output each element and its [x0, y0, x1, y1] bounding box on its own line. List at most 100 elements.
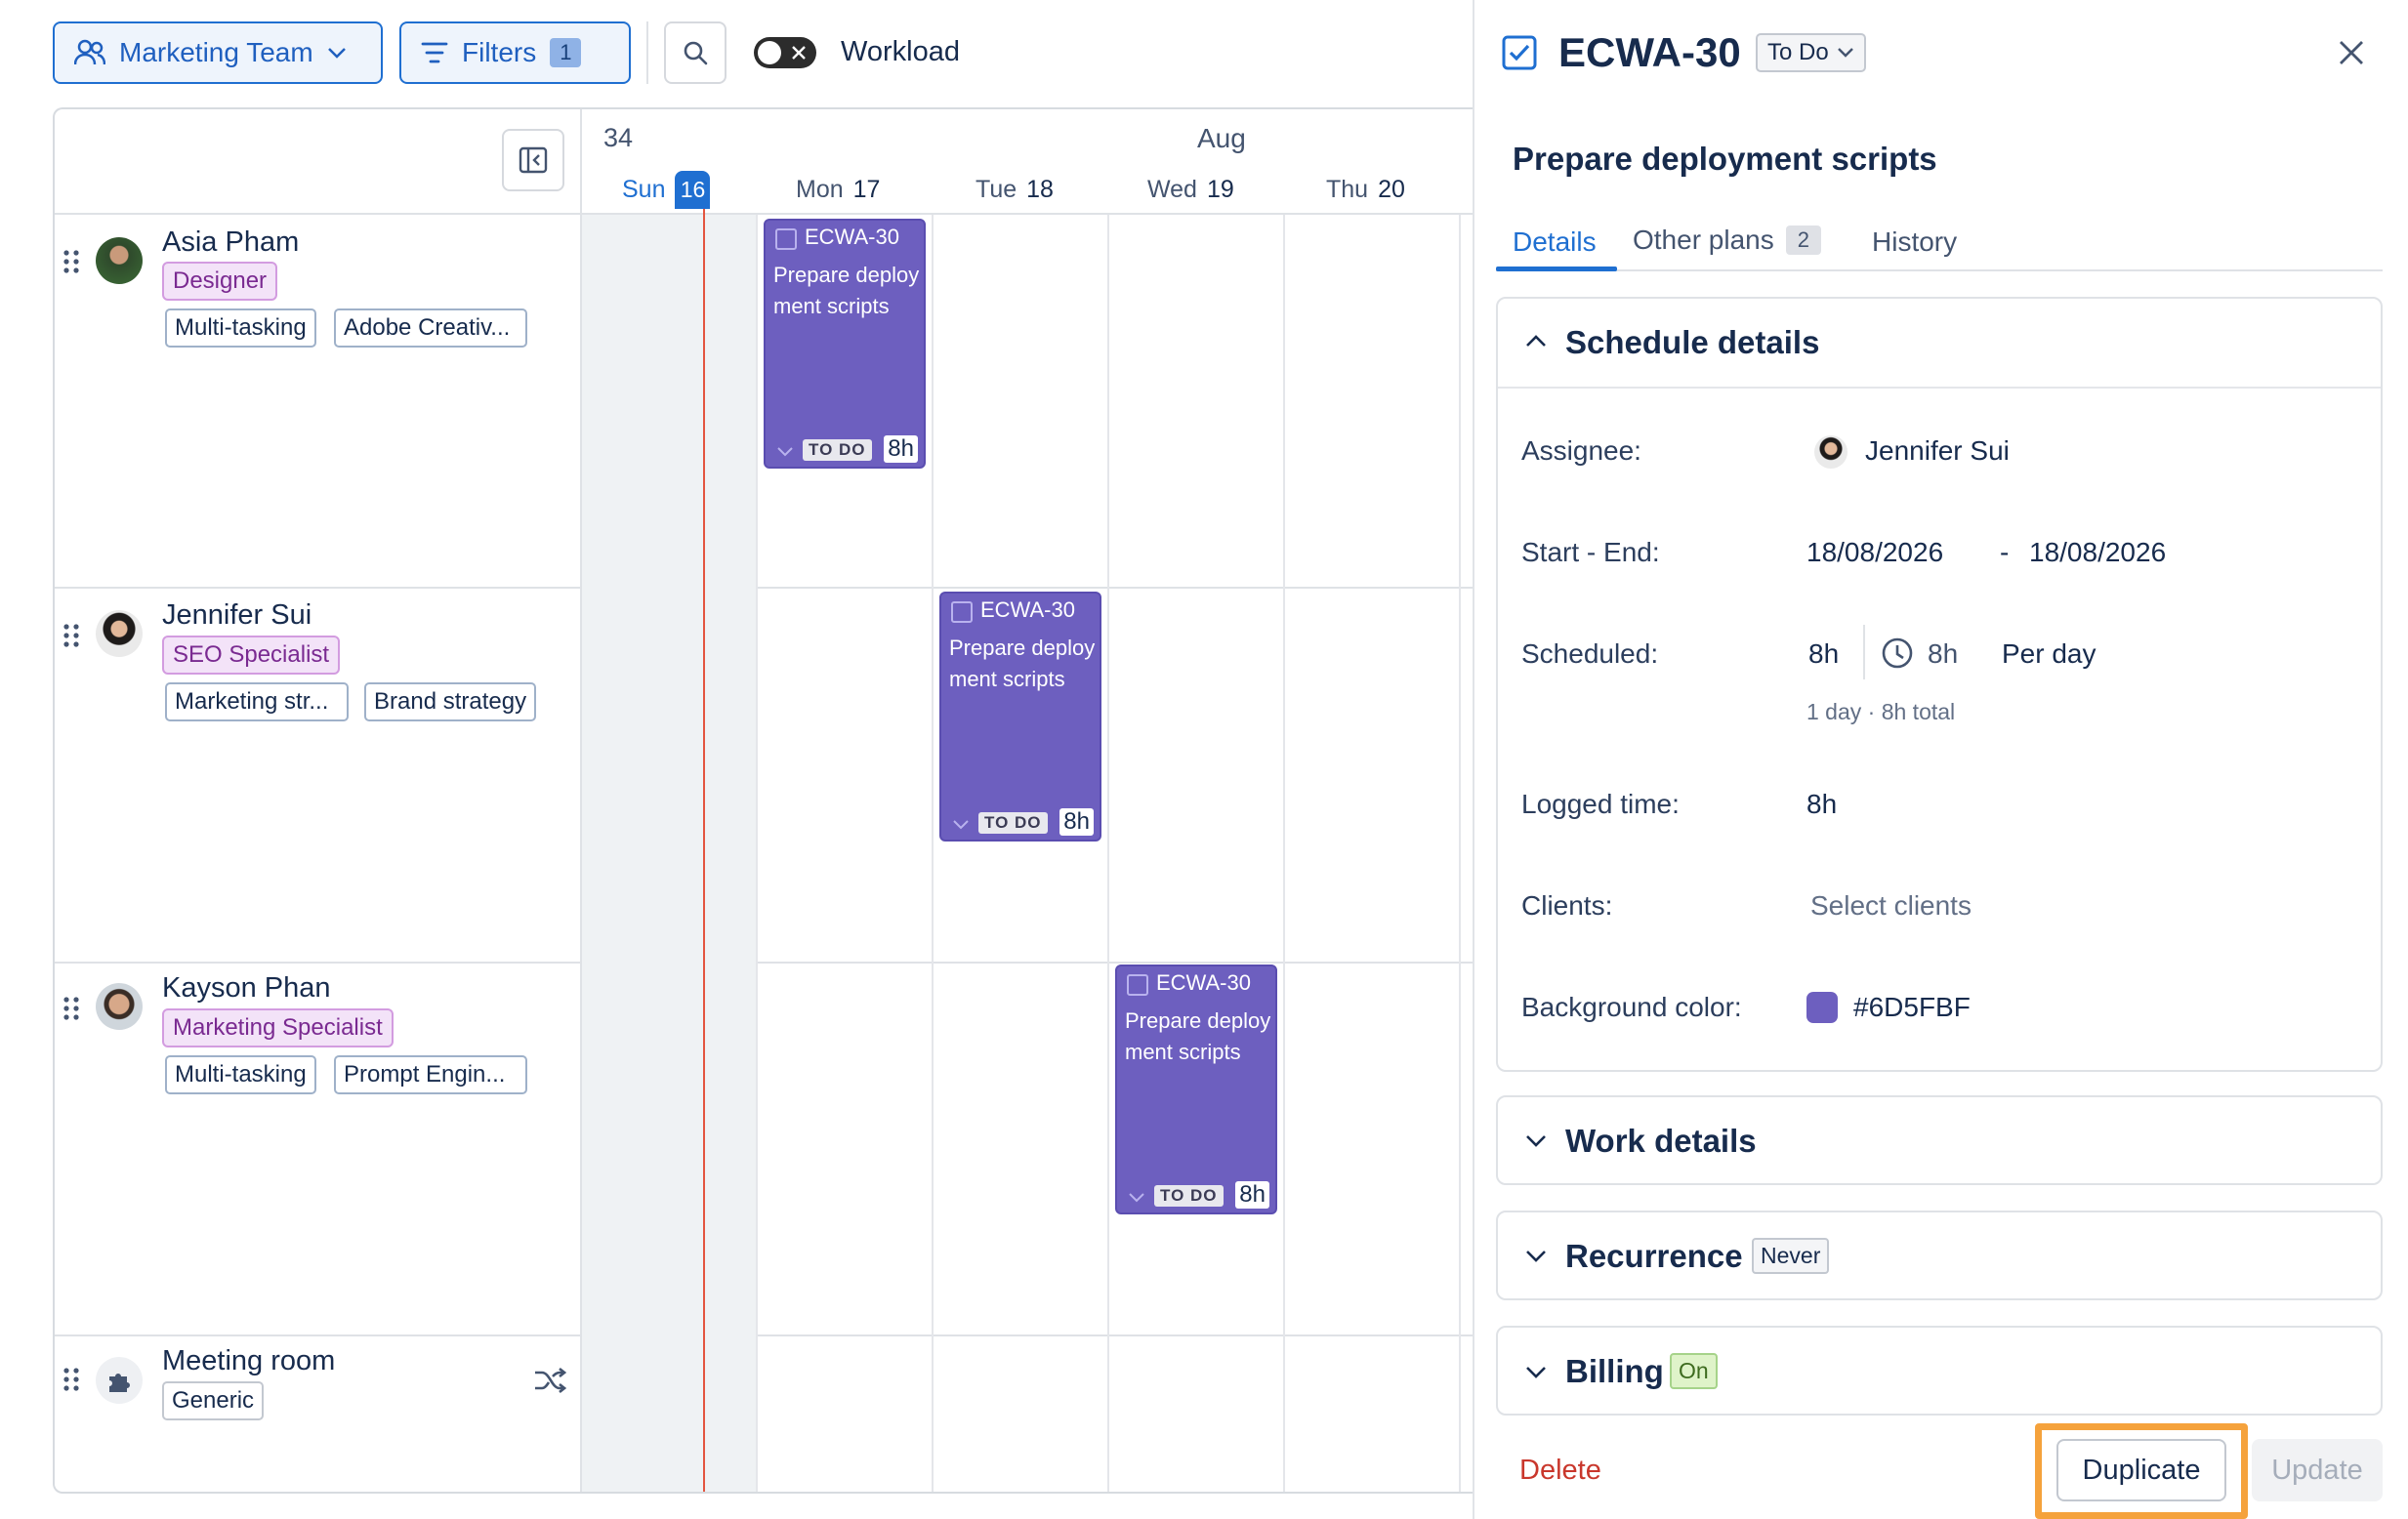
toolbar-divider [646, 21, 648, 84]
day-number: 19 [1206, 176, 1234, 203]
skill-tag: Marketing str... [165, 682, 349, 721]
per-day-hours-field[interactable]: 8h [1928, 638, 1958, 670]
day-header-thu[interactable]: Thu 20 [1326, 176, 1405, 204]
tab-history[interactable]: History [1872, 226, 1957, 258]
update-label: Update [2271, 1454, 2363, 1486]
task-title: Prepare deployment scripts [773, 263, 920, 318]
team-selector-label: Marketing Team [119, 37, 313, 67]
skill-tag: Multi-tasking [165, 308, 316, 348]
day-header-mon[interactable]: Mon 17 [796, 176, 880, 204]
day-header-wed[interactable]: Wed 19 [1147, 176, 1234, 204]
assignee-value[interactable]: Jennifer Sui [1865, 435, 2010, 467]
workload-toggle[interactable] [754, 37, 816, 68]
tab-label: Other plans [1633, 225, 1774, 255]
count-badge: 2 [1785, 226, 1821, 255]
issue-key: ECWA-30 [1558, 29, 1741, 75]
recurrence-heading: Recurrence [1565, 1238, 1743, 1274]
task-code: ECWA-30 [980, 597, 1075, 622]
shuffle-icon[interactable] [533, 1367, 566, 1394]
day-name: Mon [796, 176, 844, 203]
clients-select[interactable]: Select clients [1810, 890, 1972, 922]
avatar [96, 237, 143, 284]
task-code: ECWA-30 [1156, 970, 1251, 995]
today-badge: 16 [675, 170, 711, 209]
filters-label: Filters [462, 37, 537, 67]
day-divider [1459, 215, 1461, 1492]
chevron-down-icon [777, 447, 793, 457]
skill-tag: Prompt Engin... [334, 1055, 527, 1094]
status-badge: TO DO [803, 439, 872, 461]
grid-header-divider [55, 213, 1474, 215]
day-name: Sun [622, 175, 666, 203]
start-date-field[interactable]: 18/08/2026 [1806, 537, 1943, 568]
search-button[interactable] [664, 21, 727, 84]
task-card[interactable]: ECWA-30 Prepare deployment scripts TO DO… [764, 219, 926, 469]
weekend-column [582, 215, 756, 1492]
end-date-field[interactable]: 18/08/2026 [2029, 537, 2166, 568]
assignee-label: Assignee: [1521, 435, 1641, 466]
task-checkbox-icon [1502, 35, 1537, 70]
filters-count-badge: 1 [550, 38, 582, 67]
resource-name[interactable]: Meeting room [162, 1345, 335, 1377]
task-title[interactable]: Prepare deployment scripts [1513, 141, 1937, 178]
tab-active-indicator [1496, 267, 1617, 271]
schedule-details-heading[interactable]: Schedule details [1565, 324, 1819, 361]
recurrence-badge: Never [1752, 1238, 1830, 1274]
background-color-label: Background color: [1521, 992, 1742, 1022]
chevron-down-icon [1526, 1251, 1546, 1262]
task-code: ECWA-30 [805, 225, 899, 249]
drag-handle-icon[interactable] [62, 996, 80, 1021]
person-name[interactable]: Kayson Phan [162, 972, 331, 1005]
chevron-down-icon [1129, 1193, 1144, 1203]
row-divider [55, 1334, 1474, 1336]
avatar [96, 610, 143, 657]
today-line [703, 200, 705, 1492]
close-icon [792, 46, 806, 60]
background-color-value: #6D5FBF [1853, 992, 1971, 1022]
start-end-label: Start - End: [1521, 537, 1660, 567]
chevron-down-icon [327, 48, 346, 59]
delete-button[interactable]: Delete [1519, 1455, 1601, 1487]
task-hours: 8h [884, 435, 918, 463]
drag-handle-icon[interactable] [62, 623, 80, 648]
tab-bar-divider [1496, 269, 2383, 271]
color-swatch[interactable] [1806, 992, 1838, 1023]
task-title: Prepare deployment scripts [949, 636, 1096, 691]
row-divider [55, 962, 1474, 964]
person-name[interactable]: Asia Pham [162, 226, 299, 259]
update-button[interactable]: Update [2252, 1439, 2383, 1501]
clients-label: Clients: [1521, 890, 1613, 921]
tab-details[interactable]: Details [1513, 226, 1597, 258]
status-label: To Do [1767, 39, 1829, 65]
scheduled-label: Scheduled: [1521, 638, 1659, 669]
status-dropdown[interactable]: To Do [1756, 33, 1866, 72]
field-divider [1863, 625, 1865, 679]
day-divider [1283, 215, 1285, 1492]
drag-handle-icon[interactable] [62, 249, 80, 274]
day-divider [756, 215, 758, 1492]
day-number: 18 [1026, 176, 1054, 203]
day-number: 17 [852, 176, 881, 203]
close-icon[interactable] [2338, 39, 2365, 66]
month-label: Aug [1197, 123, 1246, 153]
drag-handle-icon[interactable] [62, 1367, 80, 1392]
chevron-down-icon [1526, 1367, 1546, 1378]
filters-button[interactable]: Filters 1 [399, 21, 631, 84]
person-name[interactable]: Jennifer Sui [162, 599, 311, 632]
assignee-avatar [1814, 435, 1848, 469]
duplicate-button[interactable]: Duplicate [2056, 1439, 2226, 1501]
logged-time-value: 8h [1806, 789, 1838, 819]
day-header-sun[interactable]: Sun 16 [622, 168, 711, 211]
chevron-down-icon [1837, 48, 1853, 58]
chevron-down-icon [1526, 1135, 1546, 1147]
task-hours: 8h [1059, 808, 1094, 836]
task-card[interactable]: ECWA-30 Prepare deployment scripts TO DO… [939, 592, 1101, 842]
team-selector-button[interactable]: Marketing Team [53, 21, 383, 84]
scheduled-hours-field[interactable]: 8h [1808, 638, 1839, 670]
task-card[interactable]: ECWA-30 Prepare deployment scripts TO DO… [1115, 965, 1277, 1214]
role-badge: SEO Specialist [162, 636, 341, 675]
day-header-tue[interactable]: Tue 18 [976, 176, 1054, 204]
chevron-up-icon[interactable] [1525, 334, 1547, 348]
tab-other-plans[interactable]: Other plans 2 [1633, 225, 1821, 256]
collapse-sidebar-button[interactable] [502, 129, 564, 191]
